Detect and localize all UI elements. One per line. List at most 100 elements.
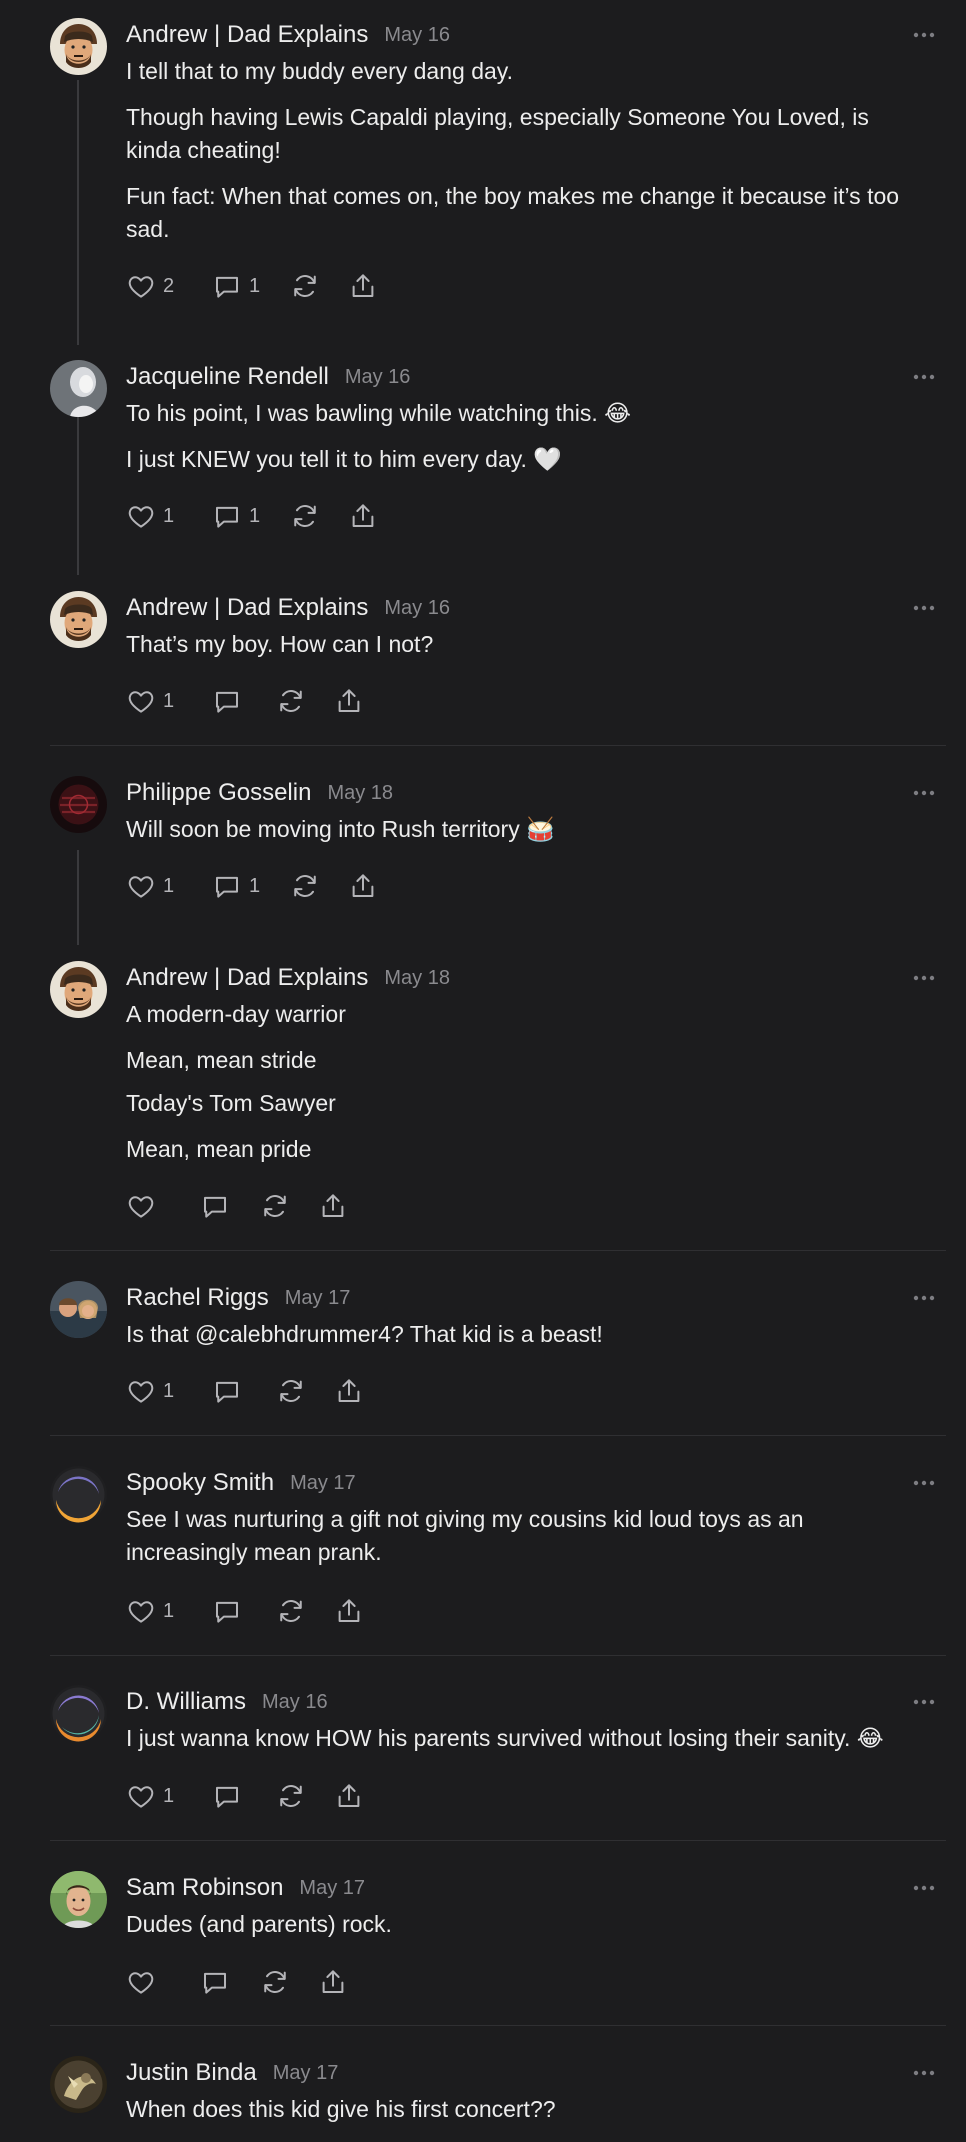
comments-feed: Andrew | Dad Explains May 16 I tell that t… <box>0 0 966 2142</box>
restack-button[interactable] <box>276 1373 306 1409</box>
author-name[interactable]: D. Williams <box>126 1688 246 1716</box>
author-name[interactable]: Justin Binda <box>126 2059 257 2087</box>
comment-date[interactable]: May 16 <box>384 24 450 47</box>
more-options-icon[interactable] <box>904 1473 944 1493</box>
more-options-icon[interactable] <box>904 1878 944 1898</box>
like-button[interactable]: 1 <box>126 1778 174 1814</box>
like-button[interactable]: 1 <box>126 498 174 534</box>
comment-date[interactable]: May 18 <box>384 967 450 990</box>
comment-text: I just wanna know HOW his parents surviv… <box>126 1725 884 1751</box>
share-icon <box>334 1596 364 1626</box>
more-options-icon[interactable] <box>904 598 944 618</box>
restack-button[interactable] <box>260 1964 290 2000</box>
avatar[interactable] <box>50 1466 107 1523</box>
restack-button[interactable] <box>290 498 320 534</box>
comment-actions: 1 <box>126 683 386 719</box>
like-button[interactable]: 2 <box>126 268 174 304</box>
restack-button[interactable] <box>276 683 306 719</box>
restack-button[interactable] <box>290 868 320 904</box>
reply-button[interactable] <box>200 1964 230 2000</box>
avatar[interactable] <box>50 18 107 75</box>
comment-header: Rachel Riggs May 17 <box>126 1281 926 1315</box>
more-options-icon[interactable] <box>904 968 944 988</box>
like-button[interactable]: 1 <box>126 1593 174 1629</box>
author-name[interactable]: Spooky Smith <box>126 1469 274 1497</box>
comment-header: Sam Robinson May 17 <box>126 1871 926 1905</box>
avatar[interactable] <box>50 591 107 648</box>
more-options-icon[interactable] <box>904 1288 944 1308</box>
author-name[interactable]: Andrew | Dad Explains <box>126 594 368 622</box>
comment-date[interactable]: May 16 <box>384 597 450 620</box>
like-button[interactable]: 1 <box>126 868 174 904</box>
comment-text: Will soon be moving into Rush territory … <box>126 816 555 842</box>
share-button[interactable] <box>348 498 378 534</box>
share-button[interactable] <box>334 1593 364 1629</box>
share-icon <box>348 271 378 301</box>
comment-text: See I was nurturing a gift not giving my… <box>126 1506 804 1565</box>
more-options-icon[interactable] <box>904 2063 944 2083</box>
share-button[interactable] <box>334 1373 364 1409</box>
avatar[interactable] <box>50 360 107 417</box>
restack-button[interactable] <box>276 1593 306 1629</box>
avatar[interactable] <box>50 1871 107 1928</box>
more-options-icon[interactable] <box>904 1692 944 1712</box>
comment-bubble-icon <box>212 271 242 301</box>
share-button[interactable] <box>318 1188 348 1224</box>
reply-button[interactable] <box>212 1778 242 1814</box>
author-name[interactable]: Andrew | Dad Explains <box>126 964 368 992</box>
comment-date[interactable]: May 17 <box>273 2062 339 2085</box>
comment-body: Spooky Smith May 17 See I was nurturing a … <box>126 1466 926 1565</box>
comment-date[interactable]: May 17 <box>285 1287 351 1310</box>
comment-body: Justin Binda May 17 When does this kid giv… <box>126 2056 926 2122</box>
author-name[interactable]: Jacqueline Rendell <box>126 363 329 391</box>
like-button[interactable]: 1 <box>126 1373 174 1409</box>
share-button[interactable] <box>334 683 364 719</box>
comment-date[interactable]: May 16 <box>345 366 411 389</box>
reply-button[interactable] <box>212 1593 242 1629</box>
heart-icon <box>126 1967 156 1997</box>
restack-button[interactable] <box>276 1778 306 1814</box>
comment-header: Andrew | Dad Explains May 18 <box>126 961 926 995</box>
restack-button[interactable] <box>260 1188 290 1224</box>
reply-button[interactable]: 1 <box>212 868 260 904</box>
comment-header: Andrew | Dad Explains May 16 <box>126 591 926 625</box>
reply-button[interactable]: 1 <box>212 498 260 534</box>
comment-date[interactable]: May 17 <box>290 1472 356 1495</box>
author-name[interactable]: Philippe Gosselin <box>126 779 311 807</box>
author-name[interactable]: Sam Robinson <box>126 1874 283 1902</box>
comment-body: Philippe Gosselin May 18 Will soon be movi… <box>126 776 926 842</box>
comment-date[interactable]: May 16 <box>262 1691 328 1714</box>
like-button[interactable]: 1 <box>126 683 174 719</box>
more-options-icon[interactable] <box>904 25 944 45</box>
comment-text: Fun fact: When that comes on, the boy ma… <box>126 183 900 242</box>
comment-actions: 21 <box>126 268 386 304</box>
avatar[interactable] <box>50 1281 107 1338</box>
comment-date[interactable]: May 18 <box>327 782 393 805</box>
comment-body: Jacqueline Rendell May 16 To his point, I … <box>126 360 926 472</box>
reply-button[interactable]: 1 <box>212 268 260 304</box>
author-name[interactable]: Andrew | Dad Explains <box>126 21 368 49</box>
reply-button[interactable] <box>200 1188 230 1224</box>
like-button[interactable] <box>126 1188 156 1224</box>
share-button[interactable] <box>318 1964 348 2000</box>
share-button[interactable] <box>348 868 378 904</box>
avatar[interactable] <box>50 2056 107 2113</box>
like-button[interactable] <box>126 1964 156 2000</box>
share-button[interactable] <box>348 268 378 304</box>
comment-bubble-icon <box>212 686 242 716</box>
more-options-icon[interactable] <box>904 783 944 803</box>
more-options-icon[interactable] <box>904 367 944 387</box>
restack-button[interactable] <box>290 268 320 304</box>
author-name[interactable]: Rachel Riggs <box>126 1284 269 1312</box>
avatar[interactable] <box>50 1685 107 1742</box>
share-icon <box>334 1781 364 1811</box>
like-count: 2 <box>163 274 175 297</box>
heart-icon <box>126 1376 156 1406</box>
comment-date[interactable]: May 17 <box>299 1877 365 1900</box>
reply-button[interactable] <box>212 683 242 719</box>
reply-button[interactable] <box>212 1373 242 1409</box>
avatar[interactable] <box>50 776 107 833</box>
avatar[interactable] <box>50 961 107 1018</box>
share-button[interactable] <box>334 1778 364 1814</box>
comment-actions: 11 <box>126 868 386 904</box>
